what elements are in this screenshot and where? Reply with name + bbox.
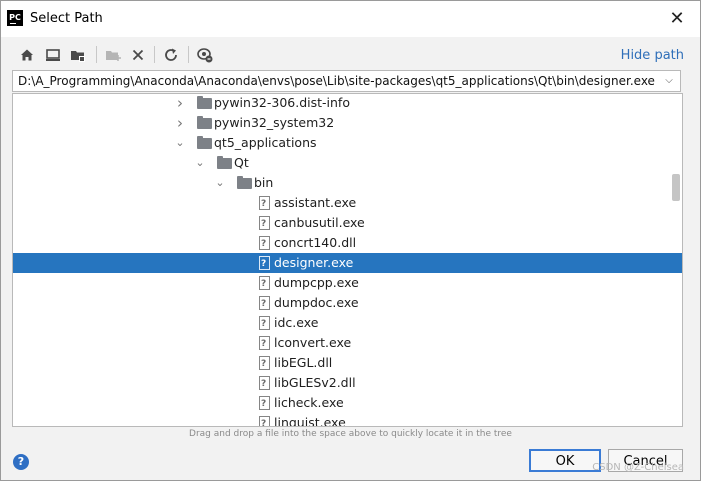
project-folder-icon[interactable] [69,46,87,64]
tree-row[interactable]: linguist.exe [13,413,682,427]
title-bar: PC Select Path ✕ [1,1,700,37]
tree-row-label: libGLESv2.dll [274,375,356,390]
tree-row[interactable]: ⌄ Qt [13,153,682,173]
chevron-down-icon[interactable]: ⌵ [662,71,676,91]
unknown-file-icon [259,374,270,394]
tree-row-label: qt5_applications [214,135,317,150]
folder-icon [197,136,212,149]
unknown-file-icon [259,414,270,426]
toolbar-separator [188,46,189,63]
folder-icon [237,176,252,189]
pycharm-logo-icon: PC [7,10,23,26]
unknown-file-icon [259,234,270,254]
tree-row-label: dumpdoc.exe [274,295,359,310]
folder-icon [197,96,212,109]
unknown-file-icon [259,334,270,354]
unknown-file-icon [259,214,270,234]
drag-drop-hint: Drag and drop a file into the space abov… [189,429,512,439]
tree-row-label: dumpcpp.exe [274,275,359,290]
toolbar-separator [154,46,155,63]
file-tree[interactable]: linguist.exe licheck.exe libGLESv2.dll libE… [12,93,683,427]
watermark: CSDN @Z-Chelsea [592,462,684,473]
tree-row[interactable]: assistant.exe [13,193,682,214]
hide-path-link[interactable]: Hide path [621,48,684,63]
tree-row[interactable]: › pywin32-306.dist-info [13,94,682,113]
vertical-scrollbar[interactable] [670,94,682,426]
tree-row-label: concrt140.dll [274,235,357,250]
unknown-file-icon [259,254,270,274]
show-hidden-icon[interactable] [196,46,214,64]
tree-row[interactable]: › pywin32_system32 [13,113,682,133]
path-value: D:\A_Programming\Anaconda\Anaconda\envs\… [18,74,655,88]
dialog-title: Select Path [30,11,103,26]
path-input[interactable]: D:\A_Programming\Anaconda\Anaconda\envs\… [12,70,681,92]
ok-button[interactable]: OK [529,449,601,472]
tree-row-label: idc.exe [274,315,319,330]
tree-row[interactable]: designer.exe [13,253,682,274]
tree-row-label: libEGL.dll [274,355,333,370]
unknown-file-icon [259,274,270,294]
tree-row[interactable]: idc.exe [13,313,682,334]
tree-row[interactable]: ⌄ qt5_applications [13,133,682,153]
tree-row-label: pywin32-306.dist-info [214,95,350,110]
tree-row[interactable]: canbusutil.exe [13,213,682,234]
tree-row[interactable]: licheck.exe [13,393,682,414]
toolbar [1,37,700,71]
close-button[interactable]: ✕ [654,1,700,37]
chevron-down-icon[interactable]: ⌄ [214,173,226,193]
refresh-icon[interactable] [162,46,180,64]
scrollbar-thumb[interactable] [672,174,680,201]
chevron-down-icon[interactable]: ⌄ [194,153,206,173]
tree-row[interactable]: concrt140.dll [13,233,682,254]
select-path-dialog: PC Select Path ✕ Hide path D:\A_Programm… [0,0,701,481]
tree-row-label: assistant.exe [274,195,357,210]
chevron-right-icon[interactable]: › [174,94,186,113]
help-icon[interactable]: ? [13,454,29,470]
tree-row-label: linguist.exe [274,415,346,427]
tree-row[interactable]: ⌄ bin [13,173,682,193]
new-folder-icon[interactable] [104,46,122,64]
tree-row-label: bin [254,175,274,190]
tree-row[interactable]: lconvert.exe [13,333,682,354]
tree-row[interactable]: libEGL.dll [13,353,682,374]
folder-icon [217,156,232,169]
unknown-file-icon [259,394,270,414]
tree-row-label: licheck.exe [274,395,344,410]
unknown-file-icon [259,354,270,374]
folder-icon [197,116,212,129]
toolbar-separator [96,46,97,63]
unknown-file-icon [259,314,270,334]
tree-row-label: canbusutil.exe [274,215,365,230]
tree-row-label: Qt [234,155,249,170]
tree-row[interactable]: dumpdoc.exe [13,293,682,314]
tree-row-label: designer.exe [274,255,354,270]
delete-icon[interactable] [129,46,147,64]
unknown-file-icon [259,194,270,214]
tree-row[interactable]: dumpcpp.exe [13,273,682,294]
tree-row-label: pywin32_system32 [214,115,335,130]
chevron-right-icon[interactable]: › [174,113,186,133]
desktop-icon[interactable] [44,46,62,64]
tree-row[interactable]: libGLESv2.dll [13,373,682,394]
chevron-down-icon[interactable]: ⌄ [174,133,186,153]
tree-row-label: lconvert.exe [274,335,352,350]
unknown-file-icon [259,294,270,314]
home-icon[interactable] [18,46,36,64]
